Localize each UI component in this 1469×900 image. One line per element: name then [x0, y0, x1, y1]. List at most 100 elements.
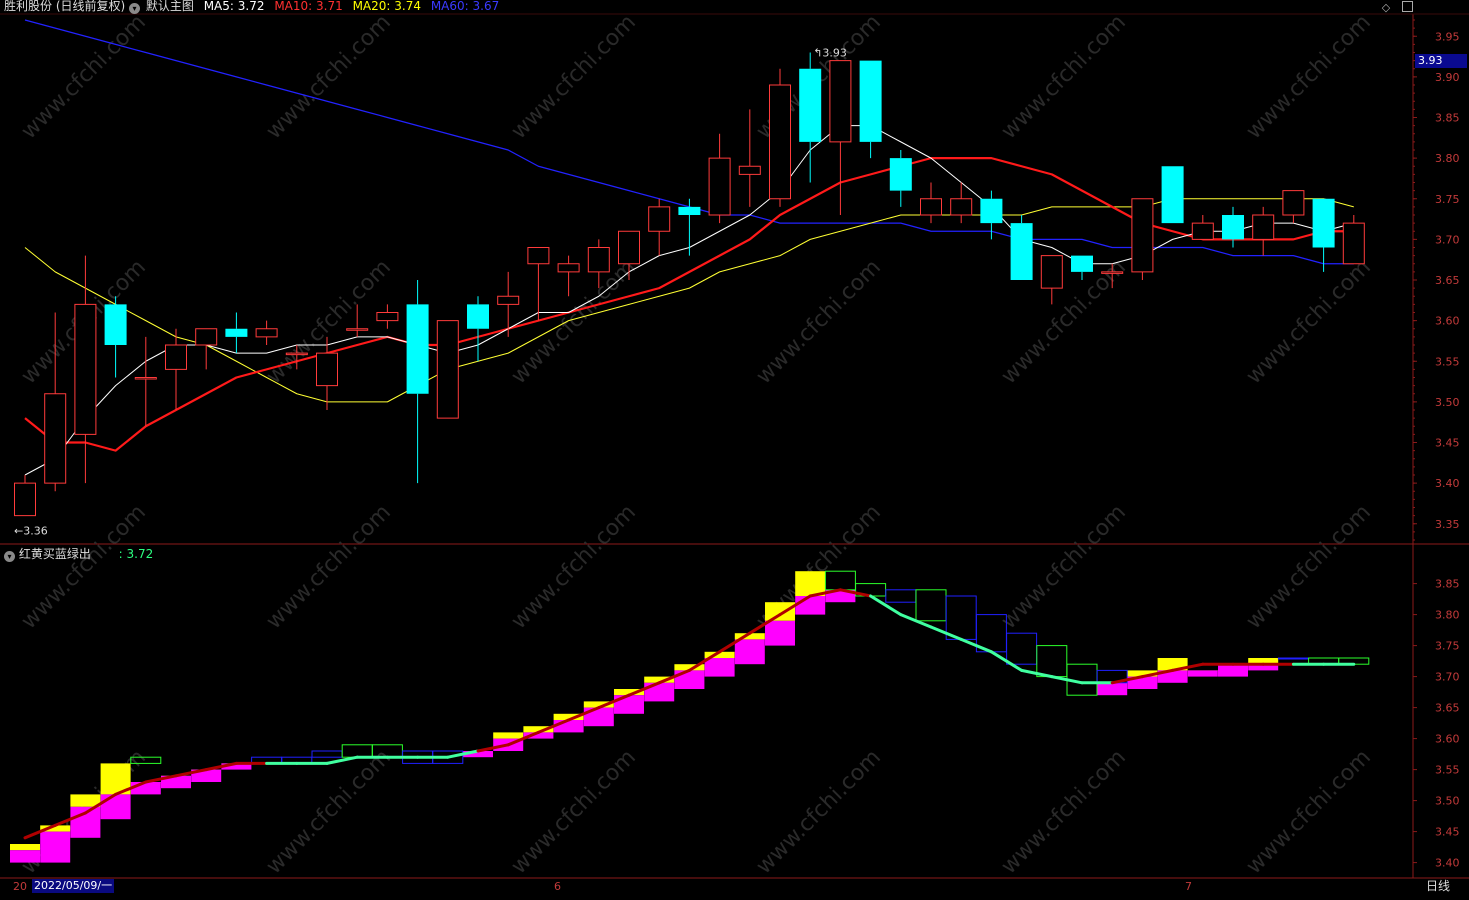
candles	[14, 52, 1365, 517]
restore-window-icon[interactable]	[1402, 1, 1413, 12]
sell-bar-outline	[915, 589, 947, 622]
watermark-text: www.cfchi.com	[1242, 745, 1376, 879]
month-label-6: 6	[554, 880, 561, 893]
sell-bar-outline	[945, 595, 977, 640]
y-tick-label: 3.45	[1435, 437, 1460, 450]
watermark-text: www.cfchi.com	[752, 745, 886, 879]
candle-body-up	[1282, 190, 1305, 216]
candle	[980, 190, 1003, 240]
watermark-text: www.cfchi.com	[17, 500, 151, 634]
high-price-label: ↰3.93	[813, 47, 847, 60]
watermark-text: www.cfchi.com	[17, 10, 151, 144]
candle-body-up	[708, 157, 731, 216]
watermark-text: www.cfchi.com	[997, 745, 1131, 879]
chart-canvas[interactable]: www.cfchi.com www.cfchi.com www.cfchi.com w…	[0, 0, 1469, 896]
sub-y-tick-label: 3.80	[1435, 609, 1460, 622]
candle-body-down	[225, 328, 248, 337]
candle-body-up	[44, 393, 67, 484]
candle	[1222, 206, 1244, 248]
watermark-text: www.cfchi.com	[997, 10, 1131, 144]
candle	[527, 247, 550, 321]
stock-chart[interactable]: www.cfchi.com www.cfchi.com www.cfchi.com w…	[0, 0, 1469, 896]
y-tick-label: 3.55	[1435, 355, 1460, 368]
ma20-value: 3.74	[394, 0, 421, 13]
sub-y-tick-label: 3.60	[1435, 733, 1460, 746]
buy-bar-magenta	[1187, 670, 1218, 677]
watermark-text: www.cfchi.com	[262, 500, 396, 634]
candle-body-up	[920, 198, 942, 216]
indicator-title[interactable]: 红黄买蓝绿出	[19, 547, 91, 561]
candle-body-down	[1010, 223, 1033, 280]
candle-body-up	[1191, 222, 1214, 240]
candle-body-up	[648, 206, 671, 232]
candle-body-down	[678, 206, 701, 215]
watermark-layer: www.cfchi.com www.cfchi.com www.cfchi.com w…	[17, 10, 1376, 879]
candle	[859, 60, 882, 159]
candle-body-up	[1040, 255, 1063, 289]
indicator-dropdown-icon[interactable]: ▾	[4, 551, 15, 562]
sell-bar-outline	[1277, 657, 1309, 660]
candle	[829, 60, 852, 215]
period-button[interactable]: 日线	[1426, 879, 1450, 893]
candle	[1010, 215, 1033, 280]
candle	[376, 304, 399, 329]
watermark-text: www.cfchi.com	[262, 745, 396, 879]
buy-bar-magenta	[734, 639, 765, 665]
y-tick-label: 3.35	[1435, 518, 1460, 531]
candle-body-up	[195, 328, 218, 346]
sell-bar-outline	[824, 570, 856, 591]
candle	[648, 198, 671, 256]
candle	[1161, 166, 1184, 224]
candle	[769, 68, 791, 207]
buy-bar-magenta	[553, 720, 584, 733]
ma60-label: MA60:	[430, 0, 469, 13]
y-tick-label: 3.65	[1435, 274, 1460, 287]
buy-bar-magenta	[130, 782, 161, 795]
candle-body-up	[255, 328, 278, 338]
indicator-value: : 3.72	[118, 547, 154, 561]
sub-y-tick-label: 3.70	[1435, 671, 1460, 684]
candle-body-down	[799, 68, 822, 142]
sub-y-tick-label: 3.65	[1435, 702, 1460, 715]
candle	[1071, 255, 1093, 280]
candle-body-down	[406, 304, 429, 394]
indicator-header: ▾ 红黄买蓝绿出 : 3.72	[4, 545, 153, 562]
y-tick-label: 3.95	[1435, 30, 1460, 43]
candle-body-down	[1071, 255, 1093, 272]
buy-bar-magenta	[795, 596, 826, 615]
candle-body-up	[950, 198, 973, 216]
candle-body-up	[527, 247, 550, 265]
sub-y-tick-label: 3.75	[1435, 640, 1460, 653]
buy-bar-magenta	[40, 831, 71, 863]
month-label-7: 7	[1185, 880, 1192, 893]
candle-body-up	[769, 84, 791, 200]
candle-body-down	[1161, 166, 1184, 224]
candle	[225, 312, 248, 354]
candle-body-up	[618, 230, 640, 265]
y-tick-label: 3.50	[1435, 396, 1460, 409]
candle-body-up	[14, 482, 36, 517]
watermark-text: www.cfchi.com	[997, 500, 1131, 634]
buy-bar-magenta	[1218, 664, 1248, 677]
candle	[1040, 255, 1063, 305]
candle-body-up	[557, 263, 580, 273]
dropdown-icon[interactable]: ▾	[129, 3, 141, 14]
sell-bar-outline	[1006, 632, 1038, 665]
candle	[1252, 206, 1275, 256]
candle	[74, 255, 97, 484]
candle-body-down	[1312, 198, 1335, 248]
sell-bar-outline	[885, 589, 917, 603]
watermark-text: www.cfchi.com	[1242, 10, 1376, 144]
ma10-label: MA10:	[274, 0, 313, 13]
watermark-text: www.cfchi.com	[1242, 255, 1376, 389]
candle	[165, 328, 187, 410]
candle	[557, 255, 580, 297]
cursor-date: 2022/05/09/一	[32, 879, 115, 893]
template-name[interactable]: 默认主图	[146, 0, 194, 13]
candle-body-down	[889, 158, 912, 191]
diamond-icon[interactable]: ◇	[1382, 1, 1390, 14]
candle	[799, 52, 822, 183]
stock-title[interactable]: 胜利股份 (日线前复权)	[4, 0, 125, 13]
candle-body-up	[497, 295, 520, 305]
candle-body-up	[134, 377, 157, 380]
